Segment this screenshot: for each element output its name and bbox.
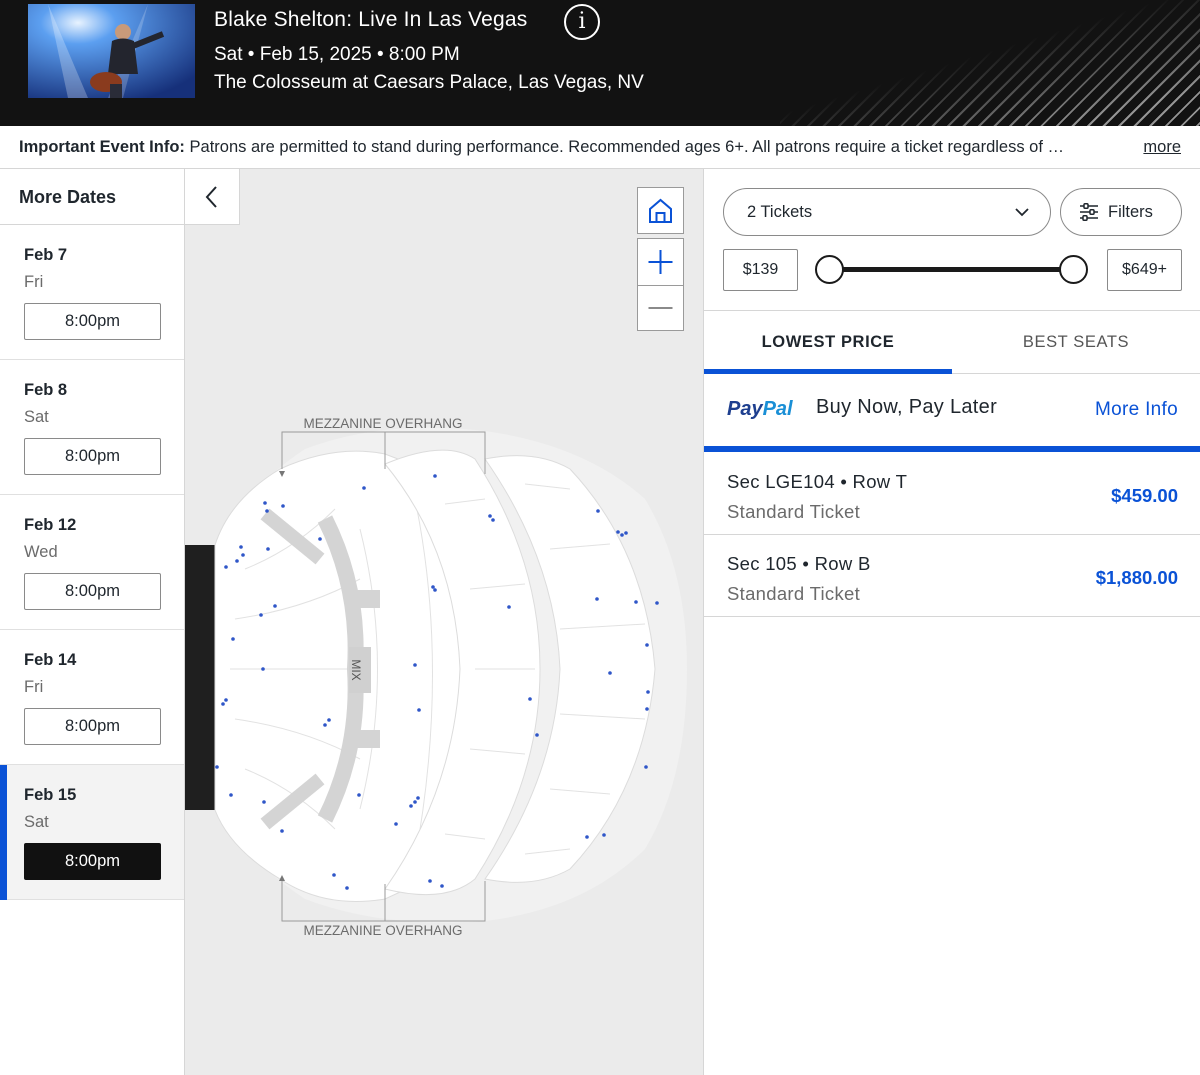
date-label: Feb 15: [24, 786, 77, 804]
date-label: Feb 7: [24, 246, 68, 264]
seat-map[interactable]: MIX MEZZANINE OVERHANG MEZZANINE OVERHAN…: [185, 169, 703, 1075]
collapse-sidebar-button[interactable]: [185, 169, 240, 225]
chevron-down-icon: [1015, 208, 1029, 217]
event-thumbnail: [28, 4, 195, 98]
quantity-value: 2 Tickets: [747, 203, 813, 221]
day-label: Wed: [24, 543, 58, 561]
overhang-label-bottom: MEZZANINE OVERHANG: [303, 923, 462, 938]
price-max-field[interactable]: $649+: [1107, 249, 1182, 291]
time-button[interactable]: 8:00pm: [24, 438, 161, 475]
tab-best-seats[interactable]: BEST SEATS: [952, 311, 1200, 373]
map-zoom-controls: [637, 238, 684, 331]
event-venue: The Colosseum at Caesars Palace, Las Veg…: [214, 72, 644, 93]
tab-lowest-price[interactable]: LOWEST PRICE: [704, 311, 952, 374]
seat-map-graphic[interactable]: MIX MEZZANINE OVERHANG MEZZANINE OVERHAN…: [185, 169, 703, 1075]
paypal-promo: PayPal Buy Now, Pay Later More Info: [704, 374, 1200, 452]
date-label: Feb 12: [24, 516, 77, 534]
price-slider-min-handle[interactable]: [815, 255, 844, 284]
paypal-logo-part2: Pal: [762, 398, 793, 420]
more-dates-sidebar: More Dates Feb 7 Fri 8:00pm Feb 8 Sat 8:…: [0, 169, 185, 1075]
sidebar-title: More Dates: [0, 169, 184, 225]
time-button[interactable]: 8:00pm: [24, 573, 161, 610]
event-title: Blake Shelton: Live In Las Vegas: [214, 8, 528, 31]
day-label: Fri: [24, 273, 44, 291]
paypal-logo-part1: Pay: [727, 398, 763, 420]
mix-label: MIX: [349, 659, 363, 680]
day-label: Sat: [24, 813, 49, 831]
day-label: Sat: [24, 408, 49, 426]
listing-price: $1,880.00: [1095, 567, 1178, 588]
map-home-button[interactable]: [637, 187, 684, 234]
listing-type: Standard Ticket: [727, 501, 861, 522]
listing-price: $459.00: [1111, 485, 1178, 506]
info-text: Patrons are permitted to stand during pe…: [189, 138, 1065, 156]
time-button[interactable]: 8:00pm: [24, 303, 161, 340]
listing-section: Sec LGE104 • Row T: [727, 471, 908, 492]
price-min-field[interactable]: $139: [723, 249, 798, 291]
date-item-feb-15[interactable]: Feb 15 Sat 8:00pm: [0, 765, 184, 900]
event-date-time: Sat • Feb 15, 2025 • 8:00 PM: [214, 44, 460, 65]
filters-icon: [1080, 203, 1098, 221]
price-slider-max-handle[interactable]: [1059, 255, 1088, 284]
zoom-in-icon: [648, 250, 673, 274]
zoom-in-button[interactable]: [638, 239, 683, 285]
info-icon[interactable]: i: [564, 4, 600, 40]
paypal-text: Buy Now, Pay Later: [816, 396, 998, 418]
date-item-feb-14[interactable]: Feb 14 Fri 8:00pm: [0, 630, 184, 765]
overhang-label-top: MEZZANINE OVERHANG: [303, 416, 462, 431]
stage: [185, 545, 215, 810]
date-item-feb-7[interactable]: Feb 7 Fri 8:00pm: [0, 225, 184, 360]
ticket-panel: 2 Tickets Filters $139 $649+ LOWEST PRIC…: [703, 169, 1200, 1075]
date-item-feb-12[interactable]: Feb 12 Wed 8:00pm: [0, 495, 184, 630]
header-hatch-pattern: [780, 0, 1200, 126]
listing-type: Standard Ticket: [727, 583, 861, 604]
chevron-left-icon: [205, 186, 217, 208]
date-label: Feb 14: [24, 651, 77, 669]
time-button-selected[interactable]: 8:00pm: [24, 843, 161, 880]
zoom-out-button[interactable]: [638, 286, 683, 330]
zoom-out-icon: [648, 307, 673, 309]
price-slider-track[interactable]: [829, 267, 1075, 272]
date-label: Feb 8: [24, 381, 68, 399]
home-icon: [649, 198, 672, 223]
important-info-bar: Important Event Info: Patrons are permit…: [0, 126, 1200, 169]
quantity-select[interactable]: 2 Tickets: [723, 188, 1051, 236]
ticket-listing[interactable]: Sec LGE104 • Row T Standard Ticket $459.…: [704, 453, 1200, 535]
paypal-more-info-link[interactable]: More Info: [1095, 399, 1178, 421]
info-label: Important Event Info:: [19, 138, 185, 156]
date-item-feb-8[interactable]: Feb 8 Sat 8:00pm: [0, 360, 184, 495]
sort-tabs: LOWEST PRICE BEST SEATS: [704, 310, 1200, 374]
day-label: Fri: [24, 678, 44, 696]
ticket-listing[interactable]: Sec 105 • Row B Standard Ticket $1,880.0…: [704, 535, 1200, 617]
filters-label: Filters: [1108, 203, 1153, 221]
time-button[interactable]: 8:00pm: [24, 708, 161, 745]
filters-button[interactable]: Filters: [1060, 188, 1182, 236]
info-more-link[interactable]: more: [1143, 126, 1181, 169]
event-header: Blake Shelton: Live In Las Vegas i Sat •…: [0, 0, 1200, 126]
paypal-logo: PayPal: [727, 398, 793, 421]
listing-section: Sec 105 • Row B: [727, 553, 871, 574]
